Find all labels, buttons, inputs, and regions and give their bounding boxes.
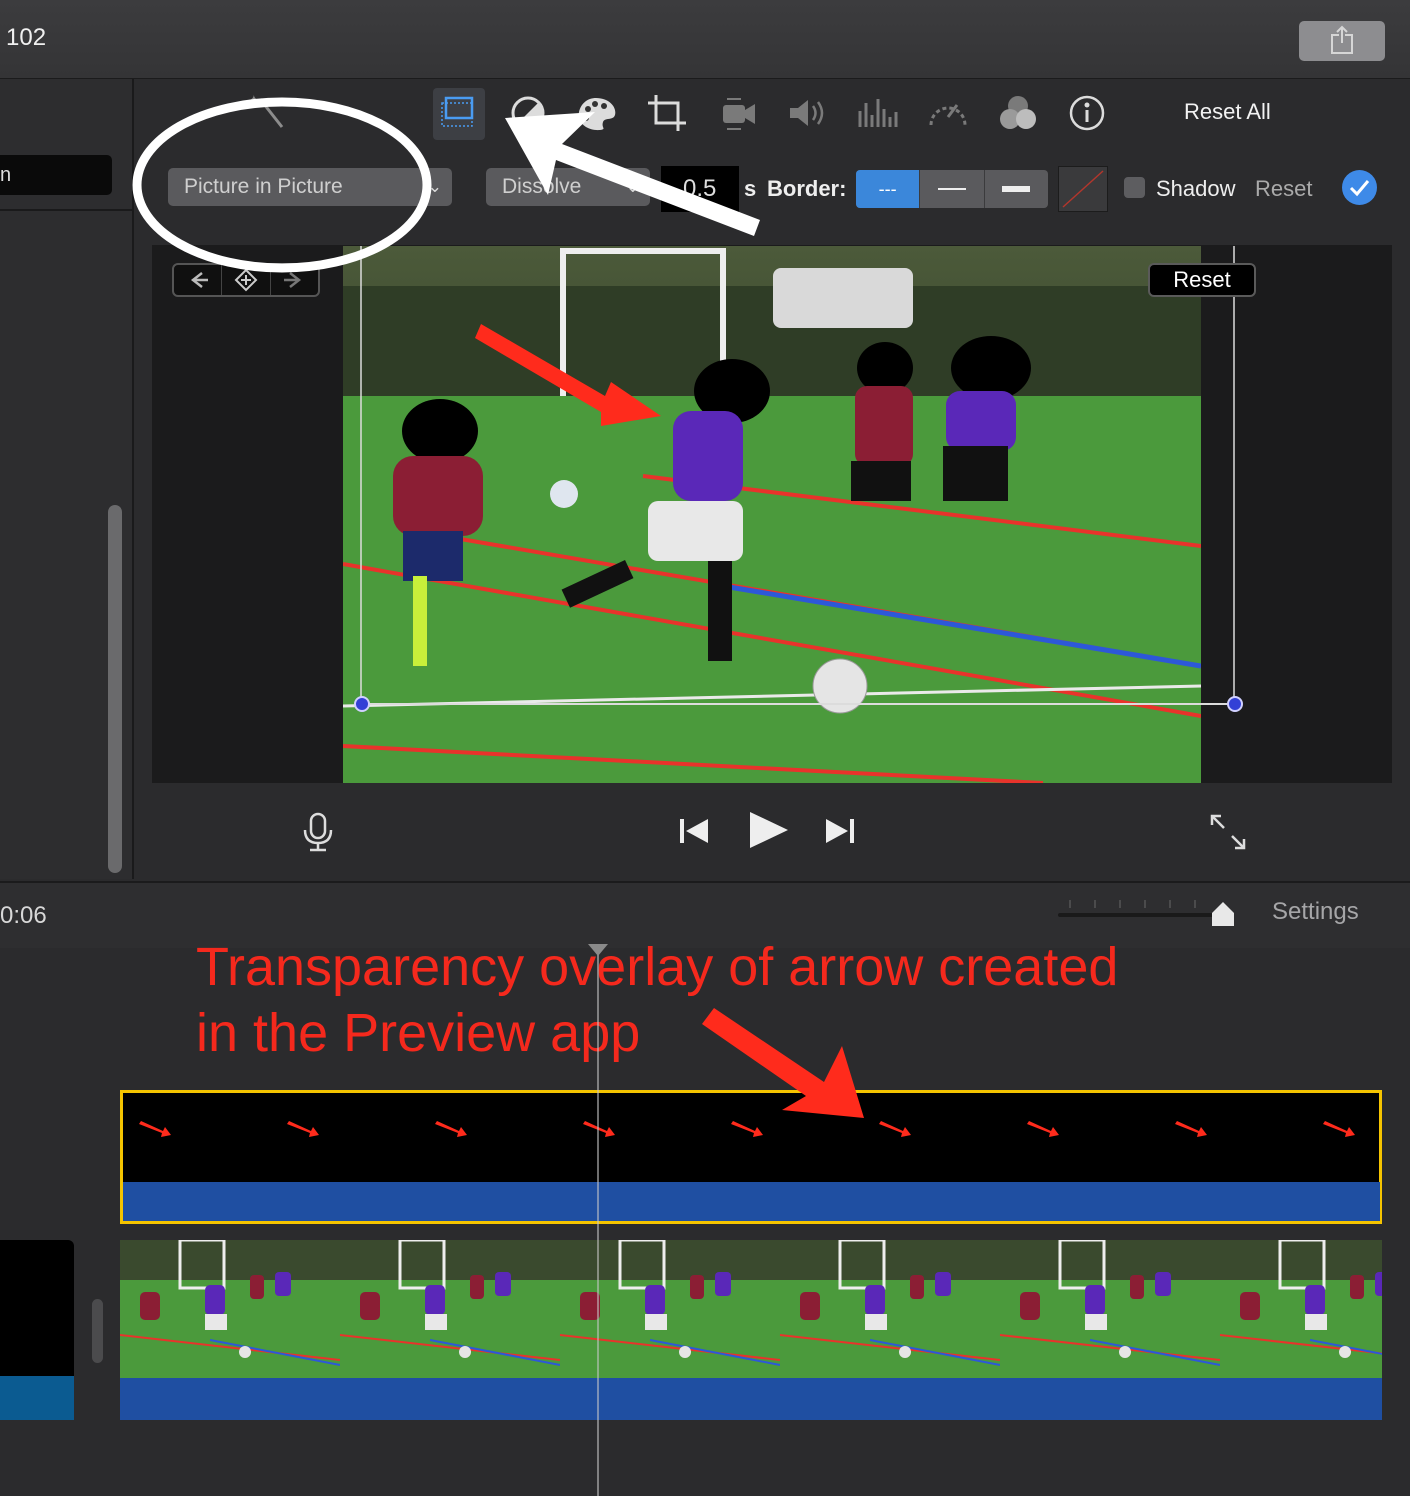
- previous-clip-audio: [0, 1376, 74, 1420]
- zoom-ticks: [1069, 900, 1196, 908]
- share-icon: [1331, 25, 1353, 54]
- thin-line-icon: [937, 188, 966, 190]
- border-label: Border:: [767, 176, 847, 201]
- volume-icon[interactable]: [784, 93, 830, 133]
- viewer-reset-button[interactable]: Reset: [1148, 263, 1256, 297]
- border-option-thick[interactable]: [985, 170, 1048, 208]
- border-option-none[interactable]: ---: [856, 170, 921, 208]
- timeline-settings-button[interactable]: Settings: [1272, 898, 1359, 926]
- clip-filter-icon[interactable]: [995, 93, 1041, 133]
- pip-frame: [360, 246, 1235, 705]
- no-color-icon: [1062, 170, 1104, 208]
- checkmark-icon: [1349, 180, 1370, 197]
- speed-icon[interactable]: [925, 93, 971, 133]
- info-icon[interactable]: [1064, 93, 1110, 133]
- microphone-icon[interactable]: [300, 810, 336, 854]
- main-clip-audio: [120, 1378, 1382, 1420]
- annotation-line-1: Transparency overlay of arrow created: [196, 937, 1119, 997]
- playhead-marker[interactable]: [588, 944, 608, 956]
- skip-back-icon[interactable]: [676, 814, 712, 848]
- search-field[interactable]: [0, 155, 112, 195]
- pip-resize-handle[interactable]: [354, 696, 370, 712]
- panel-divider: [0, 209, 132, 211]
- equalizer-icon[interactable]: [854, 93, 900, 133]
- apply-button[interactable]: [1342, 170, 1377, 205]
- border-option-thin[interactable]: [920, 170, 985, 208]
- main-video-clip[interactable]: [120, 1240, 1382, 1378]
- reset-button[interactable]: Reset: [1255, 176, 1312, 202]
- timecode: 0:06: [0, 902, 47, 929]
- zoom-slider[interactable]: [1058, 913, 1218, 917]
- share-button[interactable]: [1299, 21, 1385, 61]
- annotation-markup: [132, 97, 760, 273]
- overlay-clip-audio: [123, 1182, 1380, 1221]
- thick-line-icon: [1002, 186, 1031, 192]
- main-clip-thumbnails: [120, 1240, 1382, 1378]
- red-annotation-arrow: [702, 1008, 864, 1118]
- play-icon[interactable]: [746, 808, 790, 852]
- pip-resize-handle[interactable]: [1227, 696, 1243, 712]
- fullscreen-icon[interactable]: [1206, 810, 1250, 854]
- shadow-checkbox[interactable]: [1124, 177, 1145, 198]
- zoom-slider-knob[interactable]: [1210, 900, 1236, 928]
- reset-all-button[interactable]: Reset All: [1184, 99, 1271, 125]
- playhead[interactable]: [597, 950, 599, 1496]
- title-bar: [0, 0, 1410, 79]
- search-field-value: n: [0, 164, 12, 186]
- border-style-segmented-control[interactable]: ---: [856, 170, 1048, 208]
- border-color-well[interactable]: [1058, 166, 1108, 212]
- clip-trim-handle[interactable]: [92, 1299, 103, 1363]
- skip-forward-icon[interactable]: [822, 814, 858, 848]
- shadow-label: Shadow: [1156, 176, 1236, 201]
- project-title: 102: [6, 24, 47, 51]
- scrollbar[interactable]: [108, 505, 122, 873]
